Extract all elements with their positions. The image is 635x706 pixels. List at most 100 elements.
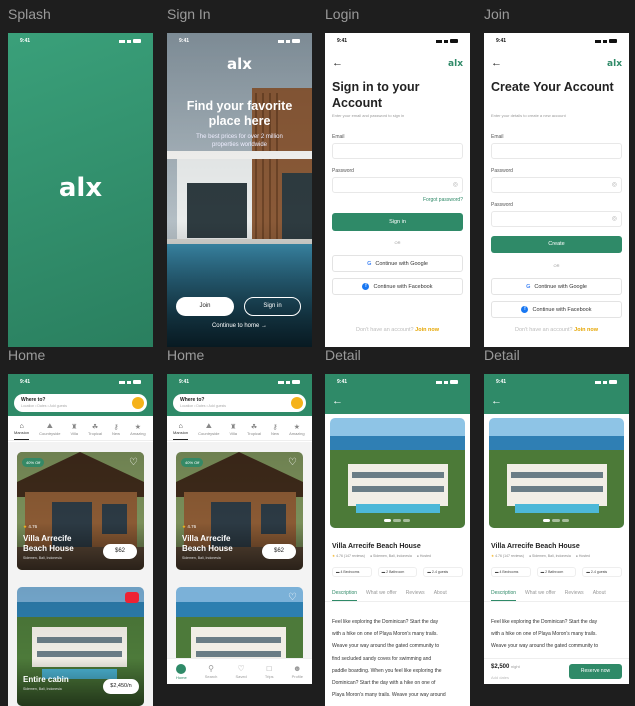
forgot-password-link[interactable]: Forgot password? — [423, 197, 463, 203]
password-field[interactable]: ◎ — [332, 177, 463, 193]
home-screen-with-nav: 9:41 Where to? Location • Dates • Add gu… — [167, 374, 312, 684]
palm-icon: ☘ — [250, 424, 258, 431]
nav-trips[interactable]: □ Trips — [265, 664, 274, 679]
create-account-button[interactable]: Create — [491, 236, 622, 253]
splash-logo: alx — [58, 173, 103, 203]
heart-icon[interactable]: ♡ — [288, 457, 297, 468]
eye-icon[interactable]: ◎ — [612, 215, 617, 222]
tab-what-we-offer[interactable]: What we offer — [525, 590, 556, 601]
listing-card[interactable]: ♡ — [176, 587, 303, 658]
tab-what-we-offer[interactable]: What we offer — [366, 590, 397, 601]
search-title: Where to? — [21, 397, 46, 403]
description-text: Feel like exploring the Dominican? Start… — [332, 616, 470, 701]
category-tropical[interactable]: ☘ Tropical — [88, 419, 102, 440]
user-icon: ● — [416, 554, 419, 558]
eye-icon[interactable]: ◎ — [453, 181, 458, 188]
rating: ★ 4.76 — [182, 524, 196, 530]
password-field[interactable]: ◎ — [491, 177, 622, 193]
listing-title: Villa Arrecife Beach House — [332, 543, 421, 550]
back-arrow-icon[interactable]: ← — [491, 395, 502, 407]
category-countryside[interactable]: ⛰ Countryside — [198, 419, 219, 440]
join-button[interactable]: Join — [176, 297, 234, 316]
signin-submit-button[interactable]: Sign in — [332, 213, 463, 231]
tab-description[interactable]: Description — [332, 590, 358, 601]
signup-prompt: Don't have an account? Join now — [325, 327, 470, 333]
listing-location: Sidemen, Bali, Indonesia — [23, 687, 62, 691]
email-field[interactable] — [491, 143, 622, 159]
category-villa[interactable]: ♜ Villa — [229, 419, 237, 440]
host: ● Hosted — [576, 554, 590, 558]
nav-saved[interactable]: ♡ Saved — [235, 664, 246, 679]
listing-card[interactable]: 40% Off ♡ ★ 4.76 Villa Arrecife Beach Ho… — [176, 452, 303, 570]
detail-gallery[interactable] — [330, 418, 465, 528]
back-arrow-icon[interactable]: ← — [491, 57, 502, 69]
signin-button[interactable]: Sign in — [244, 297, 301, 316]
category-amazing[interactable]: ★ Amazing — [130, 419, 146, 440]
continue-home-label: Continue to home — [211, 323, 260, 329]
heart-icon[interactable]: ♡ — [129, 457, 138, 468]
search-icon[interactable] — [291, 397, 303, 409]
category-amazing[interactable]: ★ Amazing — [289, 419, 305, 440]
google-button[interactable]: G Continue with Google — [332, 255, 463, 272]
eye-icon[interactable]: ◎ — [612, 181, 617, 188]
join-now-link[interactable]: Join now — [574, 327, 598, 333]
price-chip: $62 — [103, 544, 137, 559]
category-mansion[interactable]: ⌂ Mansion — [173, 419, 189, 440]
category-new[interactable]: ⚷ New — [271, 419, 279, 440]
video-icon[interactable] — [125, 592, 139, 603]
search-icon[interactable] — [132, 397, 144, 409]
description-line: Dominican? Start the day with a hike on … — [332, 680, 436, 687]
arrow-right-icon: → — [261, 323, 268, 329]
tab-about[interactable]: About — [593, 590, 606, 601]
login-subtitle: Enter your email and password to sign in — [332, 113, 405, 118]
confirm-password-field[interactable]: ◎ — [491, 211, 622, 227]
tab-reviews[interactable]: Reviews — [406, 590, 425, 601]
category-new[interactable]: ⚷ New — [112, 419, 120, 440]
category-tropical[interactable]: ☘ Tropical — [247, 419, 261, 440]
key-icon: ⚷ — [272, 424, 278, 431]
search-bar[interactable]: Where to? Location • Dates • Add guests — [14, 394, 147, 412]
nav-home[interactable]: Home — [176, 663, 187, 680]
nav-profile[interactable]: ☻ Profile — [292, 664, 303, 679]
status-time: 9:41 — [179, 38, 190, 44]
tab-description[interactable]: Description — [491, 590, 517, 601]
status-icons — [278, 380, 300, 384]
continue-home-link[interactable]: Continue to home → — [167, 323, 312, 329]
back-arrow-icon[interactable]: ← — [332, 395, 343, 407]
frame-label-join: Join — [484, 6, 510, 22]
category-villa[interactable]: ♜ Villa — [70, 419, 78, 440]
category-countryside[interactable]: ⛰ Countryside — [39, 419, 60, 440]
status-time: 9:41 — [179, 379, 190, 385]
google-button[interactable]: G Continue with Google — [491, 278, 622, 295]
review-count: (147 reviews) — [343, 554, 365, 558]
listing-card[interactable]: 40% Off ♡ ★ 4.76 Villa Arrecife Beach Ho… — [17, 452, 144, 570]
price-note: Add dates — [491, 675, 510, 680]
facebook-button[interactable]: f Continue with Facebook — [332, 278, 463, 295]
pin-icon: ● — [369, 554, 373, 558]
location-text: Sidemen, Bali, Indonesia — [532, 554, 571, 558]
detail-gallery[interactable] — [489, 418, 624, 528]
category-label: Amazing — [289, 431, 305, 436]
nav-search[interactable]: ⚲ Search — [205, 664, 218, 679]
email-field[interactable] — [332, 143, 463, 159]
nav-label: Trips — [264, 674, 274, 679]
nav-label: Search — [204, 674, 218, 679]
star-icon: ★ — [491, 554, 495, 558]
listing-card[interactable]: Entire cabin Sidemen, Bali, Indonesia $2… — [17, 587, 144, 706]
tab-about[interactable]: About — [434, 590, 447, 601]
heart-icon[interactable]: ♡ — [288, 592, 297, 603]
join-now-link[interactable]: Join now — [415, 327, 439, 333]
villa-icon: ♜ — [230, 424, 237, 431]
description-line: find secluded sandy coves for swimming a… — [491, 653, 629, 657]
bath-icon: ▬ — [381, 570, 386, 574]
category-mansion[interactable]: ⌂ Mansion — [14, 419, 30, 440]
signup-prompt-text: Don't have an account? — [356, 327, 414, 333]
home-header: 9:41 Where to? Location • Dates • Add gu… — [167, 374, 312, 416]
tab-reviews[interactable]: Reviews — [565, 590, 584, 601]
search-bar[interactable]: Where to? Location • Dates • Add guests — [173, 394, 306, 412]
back-arrow-icon[interactable]: ← — [332, 57, 343, 69]
feature-bathrooms: ▬ 2 Bathroom — [536, 567, 577, 577]
reserve-button[interactable]: Reserve now — [569, 664, 622, 679]
user-icon: ● — [575, 554, 578, 558]
facebook-button[interactable]: f Continue with Facebook — [491, 301, 622, 318]
